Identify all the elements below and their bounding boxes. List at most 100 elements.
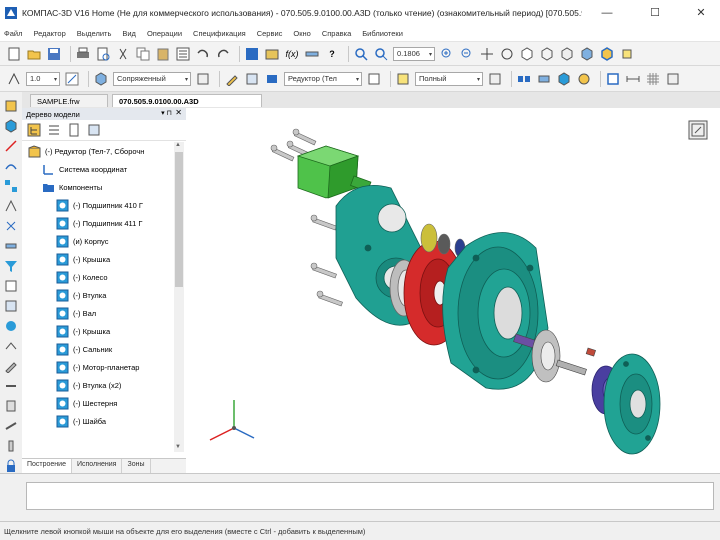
wire-icon[interactable]	[3, 378, 19, 394]
menu-operations[interactable]: Операции	[147, 29, 182, 38]
manager-icon[interactable]	[244, 46, 260, 62]
edit-component-icon[interactable]	[224, 71, 240, 87]
perspective-icon[interactable]	[619, 46, 635, 62]
tree-scrollbar[interactable]: ▲ ▼	[174, 142, 184, 452]
zoom-icon[interactable]	[353, 46, 369, 62]
print-icon[interactable]	[75, 46, 91, 62]
zoom-out-icon[interactable]	[459, 46, 475, 62]
cut-icon[interactable]	[115, 46, 131, 62]
tree-list-icon[interactable]	[46, 122, 62, 138]
tree-item-component[interactable]: (-) Колесо	[56, 270, 108, 284]
tree-item-components[interactable]: Компоненты	[42, 180, 102, 194]
measure-distance-icon[interactable]	[625, 71, 641, 87]
tree-item-component[interactable]: (-) Втулка	[56, 288, 106, 302]
menu-specification[interactable]: Спецификация	[193, 29, 246, 38]
sketch-icon[interactable]	[3, 138, 19, 154]
tree-item-component[interactable]: (-) Сальник	[56, 342, 112, 356]
snap-icon[interactable]	[6, 71, 22, 87]
tab-assembly-a3d[interactable]: 070.505.9.0100.00.A3D	[112, 94, 262, 107]
tab-zones[interactable]: Зоны	[122, 459, 151, 473]
measure-tool-icon[interactable]	[3, 238, 19, 254]
tab-versions[interactable]: Исполнения	[72, 459, 123, 473]
tree-item-component[interactable]: (-) Мотор-планетар	[56, 360, 139, 374]
tree-item-component[interactable]: (-) Шайба	[56, 414, 106, 428]
measure-icon[interactable]	[304, 46, 320, 62]
menu-edit[interactable]: Редактор	[33, 29, 65, 38]
surface-icon[interactable]	[3, 158, 19, 174]
tree-item-component[interactable]: (-) Шестерня	[56, 396, 117, 410]
display-mode-icon[interactable]	[395, 71, 411, 87]
section-icon[interactable]	[536, 71, 552, 87]
lock-icon[interactable]	[3, 458, 19, 474]
projection-icon[interactable]	[93, 71, 109, 87]
zoom-frame-icon[interactable]	[373, 46, 389, 62]
elements-icon[interactable]	[3, 318, 19, 334]
open-folder-icon[interactable]	[26, 46, 42, 62]
scroll-down-icon[interactable]: ▼	[175, 444, 181, 450]
scroll-up-icon[interactable]: ▲	[175, 142, 181, 148]
step-field[interactable]: 1.0 ▾	[26, 71, 60, 86]
panel-close-button[interactable]: ✕	[175, 108, 182, 117]
tree-item-component[interactable]: (-) Подшипник 410 Г	[56, 198, 143, 212]
tree-item-component[interactable]: (-) Подшипник 411 Г	[56, 216, 142, 230]
display-mode-select[interactable]: Полный ▾	[415, 71, 483, 86]
cursor-step-icon[interactable]	[64, 71, 80, 87]
redo-icon[interactable]	[215, 46, 231, 62]
component-select[interactable]: Редуктор (Тел ▾	[284, 71, 362, 86]
zoom-scale-field[interactable]: 0.1806 ▾	[393, 46, 435, 61]
menu-service[interactable]: Сервис	[257, 29, 283, 38]
halftone-edges-icon[interactable]	[599, 46, 615, 62]
tree-item-component[interactable]: (-) Втулка (х2)	[56, 378, 121, 392]
minimize-button[interactable]: —	[600, 6, 614, 20]
menu-libraries[interactable]: Библиотеки	[362, 29, 403, 38]
array-icon[interactable]	[3, 178, 19, 194]
menu-help[interactable]: Справка	[322, 29, 351, 38]
projection-select[interactable]: Сопряженный ▾	[113, 71, 191, 86]
new-document-icon[interactable]	[6, 46, 22, 62]
cut-plane-icon[interactable]	[605, 71, 621, 87]
explode-icon[interactable]	[516, 71, 532, 87]
part-icon[interactable]	[244, 71, 260, 87]
edit-icon[interactable]	[3, 358, 19, 374]
properties-panel[interactable]	[26, 482, 714, 510]
copy-icon[interactable]	[135, 46, 151, 62]
scroll-thumb[interactable]	[175, 152, 183, 287]
solid-icon[interactable]	[3, 118, 19, 134]
tree-item-component[interactable]: (и) Корпус	[56, 234, 108, 248]
spec-icon[interactable]	[3, 278, 19, 294]
menu-select[interactable]: Выделить	[77, 29, 112, 38]
menu-window[interactable]: Окно	[293, 29, 310, 38]
paste-icon[interactable]	[155, 46, 171, 62]
tree-item-component[interactable]: (-) Крышка	[56, 324, 110, 338]
rotate-icon[interactable]	[499, 46, 515, 62]
grid-icon[interactable]	[645, 71, 661, 87]
layer-icon[interactable]	[264, 71, 280, 87]
tree-item-root[interactable]: (-) Редуктор (Тел-7, Сборочн	[28, 144, 144, 158]
save-icon[interactable]	[46, 46, 62, 62]
shaded-cube-icon[interactable]	[556, 71, 572, 87]
tree-item-component[interactable]: (-) Крышка	[56, 252, 110, 266]
tab-sample-frw[interactable]: SAMPLE.frw	[30, 94, 108, 107]
variables-icon[interactable]: f(x)	[284, 46, 300, 62]
aux-geometry-icon[interactable]	[3, 198, 19, 214]
component-props-icon[interactable]	[366, 71, 382, 87]
panel-pin-button[interactable]: ▾ ⊓	[161, 109, 172, 117]
tree-structure-icon[interactable]	[26, 122, 42, 138]
menu-file[interactable]: Файл	[4, 29, 22, 38]
properties-icon[interactable]	[175, 46, 191, 62]
undo-icon[interactable]	[195, 46, 211, 62]
tree-page-icon[interactable]	[66, 122, 82, 138]
view-properties-icon[interactable]	[688, 120, 708, 140]
report-icon[interactable]	[3, 298, 19, 314]
pan-icon[interactable]	[479, 46, 495, 62]
library-icon[interactable]	[264, 46, 280, 62]
print-preview-icon[interactable]	[95, 46, 111, 62]
wireframe-icon[interactable]	[539, 46, 555, 62]
hidden-lines-icon[interactable]	[559, 46, 575, 62]
tree-settings-icon[interactable]	[86, 122, 102, 138]
tube-icon[interactable]	[3, 398, 19, 414]
halftone-icon[interactable]	[579, 46, 595, 62]
filter-icon[interactable]	[3, 258, 19, 274]
maximize-button[interactable]: ☐	[648, 6, 662, 20]
view-orientation-icon[interactable]	[519, 46, 535, 62]
